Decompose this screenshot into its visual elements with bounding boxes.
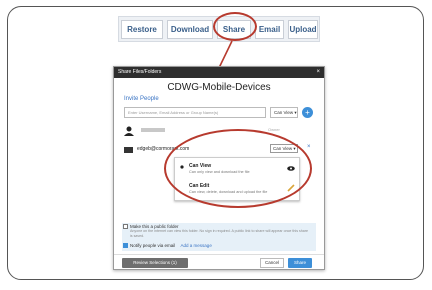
- person-icon: [124, 126, 134, 136]
- cancel-button[interactable]: Cancel: [260, 258, 284, 268]
- owner-name-redacted: [141, 128, 165, 132]
- dialog-header: Share Files/Folders: [114, 67, 324, 78]
- notify-row: Notify people via email Add a message: [130, 243, 212, 248]
- invite-people-label: Invite People: [124, 96, 159, 102]
- notify-label: Notify people via email: [130, 243, 176, 248]
- owner-label: Owner: [268, 127, 280, 132]
- public-folder-desc: Anyone on the internet can view this fol…: [130, 229, 308, 238]
- footer-divider: [114, 254, 324, 255]
- public-folder-checkbox[interactable]: [123, 224, 128, 229]
- mail-icon: [124, 147, 133, 153]
- add-message-link[interactable]: Add a message: [181, 243, 212, 248]
- review-selections-button[interactable]: Review Selections (1): [122, 258, 188, 268]
- add-person-button[interactable]: +: [302, 107, 313, 118]
- permissions-highlight-oval: [164, 129, 312, 208]
- notify-checkbox[interactable]: [123, 243, 128, 248]
- invite-search-input[interactable]: Enter Username, Email Address or Group N…: [124, 107, 266, 118]
- remove-recipient-icon[interactable]: ×: [307, 144, 311, 150]
- close-icon[interactable]: ×: [316, 67, 320, 78]
- share-submit-button[interactable]: Share: [288, 258, 312, 268]
- permission-select[interactable]: Can View ▾: [270, 107, 298, 118]
- dialog-title: CDWG-Mobile-Devices: [167, 82, 271, 93]
